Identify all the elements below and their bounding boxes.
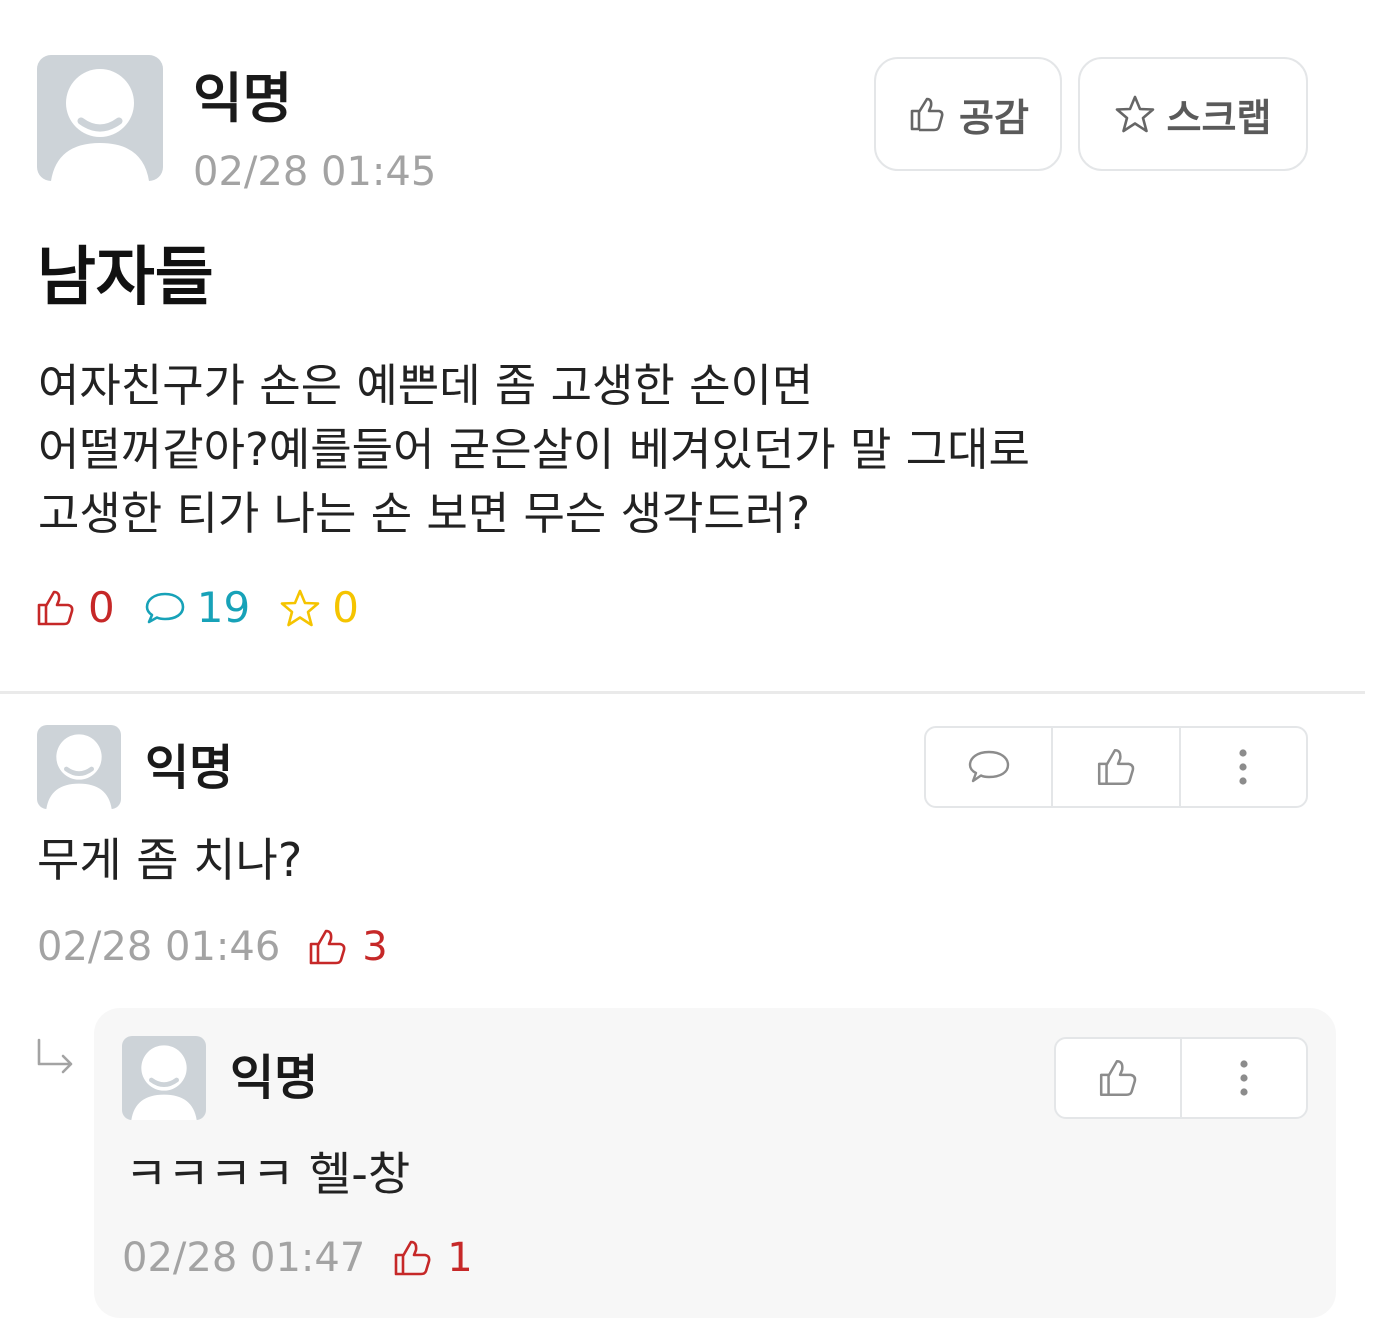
comment-actions (924, 726, 1308, 808)
comment-icon (145, 592, 185, 624)
post-body: 여자친구가 손은 예쁜데 좀 고생한 손이면 어떨꺼같아?예를들어 굳은살이 베… (38, 354, 1030, 546)
post-stats: 0 19 0 (36, 582, 359, 634)
reply-author-avatar (122, 1036, 206, 1120)
like-button[interactable]: 공감 (874, 57, 1062, 171)
thumbs-up-icon (37, 590, 74, 626)
thumbs-up-icon (910, 97, 944, 132)
comment-timestamp: 02/28 01:46 (37, 924, 281, 970)
post-body-line: 어떨꺼같아?예를들어 굳은살이 베겨있던가 말 그대로 (38, 423, 1030, 476)
scrap-button[interactable]: 스크랩 (1078, 57, 1308, 171)
anonymous-avatar-icon (46, 734, 112, 809)
anonymous-avatar-icon (51, 69, 149, 181)
reply-container: 익명 ㅋㅋㅋㅋ 헬-창 02/28 01:47 1 (94, 1008, 1336, 1318)
thumbs-up-icon (309, 929, 346, 965)
post-author-avatar (37, 55, 163, 181)
post-author-name: 익명 (193, 67, 293, 130)
reply-text: ㅋㅋㅋㅋ 헬-창 (125, 1147, 411, 1201)
comment-more-button[interactable] (1181, 728, 1306, 806)
comment-author-avatar (37, 725, 121, 809)
post-timestamp: 02/28 01:45 (193, 149, 437, 195)
star-icon (1115, 95, 1154, 133)
reply-arrow-icon (37, 1038, 73, 1074)
more-vertical-icon (1239, 749, 1247, 785)
reply-button[interactable] (926, 728, 1054, 806)
like-count: 0 (88, 583, 115, 632)
comment-like-count: 3 (362, 924, 388, 970)
star-icon (280, 589, 320, 627)
scrap-count: 0 (332, 583, 359, 632)
anonymous-avatar-icon (131, 1045, 197, 1120)
reply-like-count: 1 (447, 1235, 473, 1281)
divider (0, 691, 1365, 694)
reply-like-button[interactable] (1056, 1039, 1182, 1117)
post-body-line: 고생한 티가 나는 손 보면 무슨 생각드러? (38, 487, 811, 540)
comment-like-button[interactable] (1053, 728, 1181, 806)
reply-actions (1054, 1037, 1308, 1119)
reply-author-name: 익명 (230, 1050, 319, 1106)
reply-timestamp: 02/28 01:47 (122, 1235, 366, 1281)
comment-author-name: 익명 (145, 740, 234, 796)
thumbs-up-icon (1097, 748, 1135, 786)
thumbs-up-icon (1099, 1059, 1137, 1097)
post-title: 남자들 (37, 241, 214, 315)
reply-meta: 02/28 01:47 1 (122, 1233, 473, 1283)
comment-count: 19 (196, 583, 251, 632)
like-button-label: 공감 (959, 95, 1029, 140)
comment-text: 무게 좀 치나? (37, 833, 303, 887)
reply-more-button[interactable] (1182, 1039, 1306, 1117)
thumbs-up-icon (394, 1240, 431, 1276)
more-vertical-icon (1240, 1060, 1248, 1096)
scrap-button-label: 스크랩 (1166, 95, 1272, 140)
post-body-line: 여자친구가 손은 예쁜데 좀 고생한 손이면 (38, 359, 814, 412)
comment-icon (968, 750, 1009, 783)
comment-meta: 02/28 01:46 3 (37, 922, 388, 972)
